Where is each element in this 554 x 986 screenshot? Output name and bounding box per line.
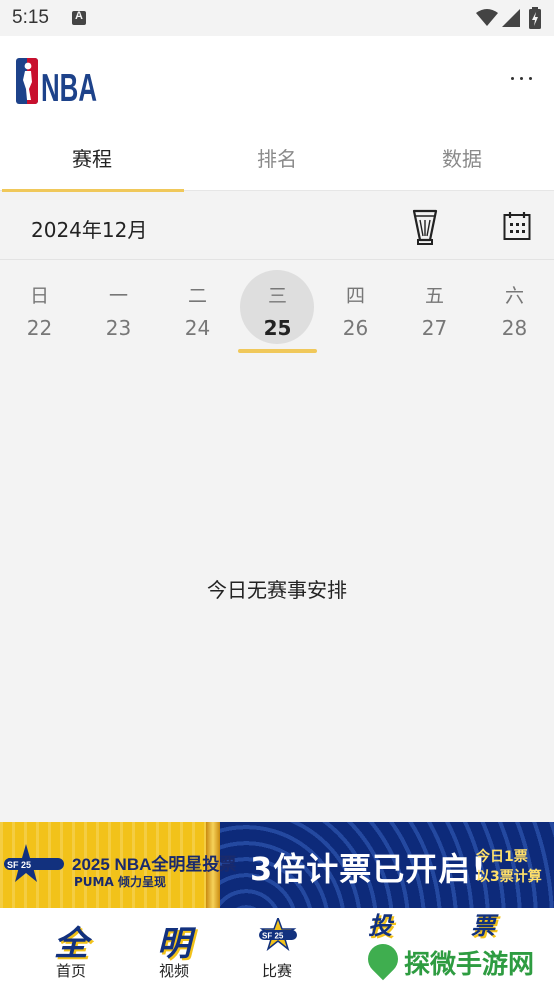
current-month-label[interactable]: 2024年12月 xyxy=(31,214,147,243)
battery-icon xyxy=(529,7,541,29)
nav-ticket-icon: 票 xyxy=(471,912,495,940)
empty-state-message: 今日无赛事安排 xyxy=(207,578,347,602)
nav-games-label: 比赛 xyxy=(261,962,292,980)
trophy-icon[interactable] xyxy=(410,208,440,246)
weekday-label: 五 xyxy=(424,285,444,307)
calendar-icon[interactable] xyxy=(503,211,531,241)
nav-games[interactable]: SF 25 比赛 xyxy=(224,908,330,986)
nav-home-label: 首页 xyxy=(55,962,86,980)
app-header: NBA xyxy=(0,36,554,128)
more-horizontal-icon[interactable] xyxy=(508,68,536,88)
date-label: 23 xyxy=(105,316,132,340)
weekday-label: 三 xyxy=(267,285,287,307)
weekday-label: 六 xyxy=(504,285,524,307)
nav-video-label: 视频 xyxy=(158,962,189,980)
date-label: 25 xyxy=(263,316,292,340)
notification-a-icon xyxy=(72,10,86,25)
date-label: 26 xyxy=(342,316,369,340)
all-star-games-icon: SF 25 xyxy=(259,918,297,952)
nav-home[interactable]: 全 首页 xyxy=(18,908,124,986)
watermark-text: 探微手游网 xyxy=(404,950,535,980)
nav-home-icon: 全 xyxy=(54,924,88,964)
banner-side-note-line1: 今日1票 xyxy=(476,849,528,865)
banner-side-note: 今日1票 以3票计算 xyxy=(476,847,546,887)
banner-subtitle: PUMA 倾力呈现 xyxy=(74,875,166,889)
date-label: 27 xyxy=(421,316,448,340)
banner-title: 2025 NBA全明星投票 xyxy=(72,855,237,874)
tab-standings[interactable]: 排名 xyxy=(185,128,369,191)
date-label: 22 xyxy=(26,316,53,340)
status-time: 5:15 xyxy=(12,7,49,28)
date-label: 28 xyxy=(501,316,528,340)
weekday-label: 四 xyxy=(345,285,365,307)
month-bar: 2024年12月 xyxy=(0,192,554,260)
selected-day-underline xyxy=(238,349,317,353)
all-star-badge-icon: SF 25 xyxy=(4,844,64,882)
svg-text:SF 25: SF 25 xyxy=(262,932,284,941)
status-bar: 5:15 xyxy=(0,0,554,36)
nav-video[interactable]: 明 视频 xyxy=(121,908,227,986)
banner-headline: 3倍计票已开启! xyxy=(250,850,487,888)
tab-bar: 赛程 排名 数据 xyxy=(0,128,554,192)
tab-schedule[interactable]: 赛程 xyxy=(0,128,184,192)
all-star-vote-banner[interactable]: SF 25 2025 NBA全明星投票 PUMA 倾力呈现 3倍计票已开启! 今… xyxy=(0,822,554,908)
week-strip: 日 22 一 23 二 24 三 25 四 26 五 27 六 28 xyxy=(0,261,554,361)
weekday-label: 二 xyxy=(187,285,207,307)
signal-icon xyxy=(502,9,520,27)
weekday-label: 一 xyxy=(108,285,128,307)
nav-vote-icon: 投 xyxy=(368,912,392,940)
logo-text: NBA xyxy=(41,67,97,106)
wifi-icon xyxy=(476,9,498,26)
tab-stats[interactable]: 数据 xyxy=(370,128,554,191)
nav-video-icon: 明 xyxy=(157,924,191,964)
date-label: 24 xyxy=(184,316,211,340)
banner-side-note-line2: 以3票计算 xyxy=(476,869,542,885)
svg-text:SF 25: SF 25 xyxy=(7,860,31,870)
nba-logo-icon[interactable]: NBA xyxy=(16,56,98,106)
weekday-label: 日 xyxy=(29,285,49,307)
